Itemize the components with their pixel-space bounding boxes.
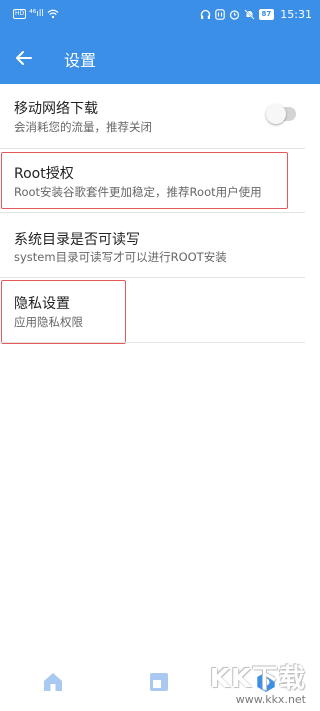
divider — [0, 342, 305, 343]
clock: 15:31 — [280, 8, 312, 21]
nav-document[interactable] — [148, 671, 172, 695]
setting-system-rw-subtitle: system目录可读写才可以进行ROOT安装 — [14, 250, 227, 264]
setting-mobile-download-title: 移动网络下载 — [14, 101, 98, 117]
mute-icon — [243, 9, 255, 20]
nav-home[interactable] — [42, 671, 66, 695]
home-icon — [44, 673, 62, 691]
privacy-highlight-box — [1, 280, 126, 344]
wifi-icon — [47, 9, 59, 19]
headphones-icon — [200, 9, 210, 19]
back-button[interactable] — [12, 46, 36, 70]
root-highlight-box — [1, 152, 288, 209]
status-indicators: HD ⁴⁶ıll — [13, 9, 59, 19]
hd-badge: HD — [13, 9, 27, 19]
setting-mobile-download-subtitle: 会消耗您的流量，推荐关闭 — [14, 120, 152, 134]
watermark: KK下载 www.kkx.net — [210, 658, 306, 706]
signal-icon: ⁴⁶ıll — [29, 9, 44, 19]
status-bar: HD ⁴⁶ıll 87 15:31 — [0, 0, 320, 32]
toggle-knob — [266, 104, 286, 124]
setting-system-rw-title: 系统目录是否可读写 — [14, 232, 140, 248]
battery-level: 87 — [258, 9, 275, 20]
document-icon — [150, 673, 168, 691]
nfc-icon — [214, 9, 225, 20]
status-right: 87 15:31 — [200, 8, 312, 21]
watermark-logo: KK下载 — [209, 664, 306, 694]
alarm-icon — [229, 10, 239, 20]
app-bar: 设置 — [0, 32, 320, 84]
page-title: 设置 — [64, 51, 97, 70]
back-arrow-icon — [16, 51, 32, 65]
